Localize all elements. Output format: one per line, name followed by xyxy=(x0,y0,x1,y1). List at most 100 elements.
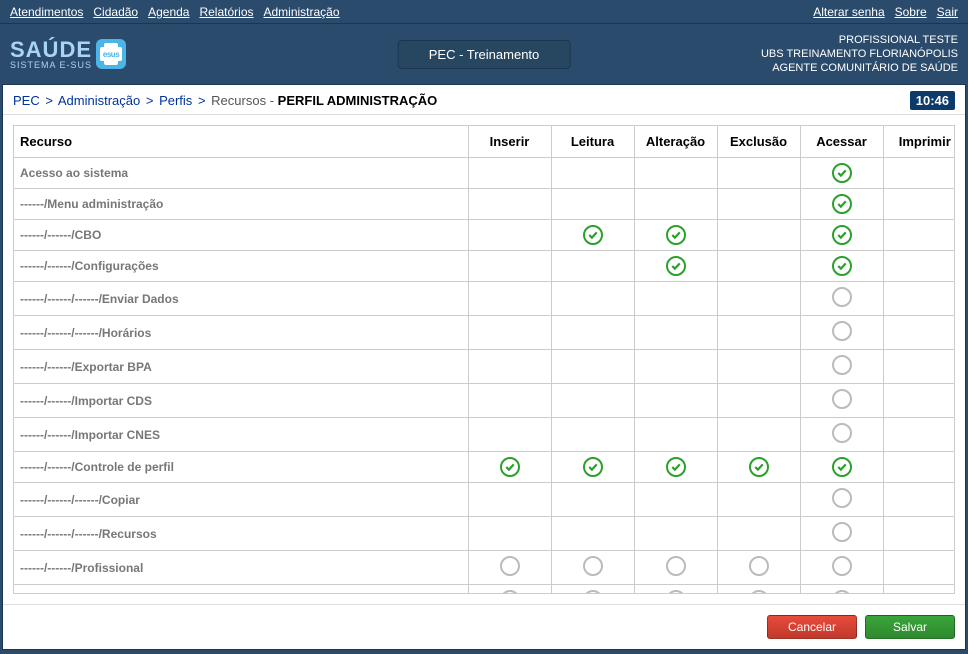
nav-relatorios[interactable]: Relatórios xyxy=(199,5,253,19)
uncheck-icon[interactable] xyxy=(666,556,686,576)
nav-alterar-senha[interactable]: Alterar senha xyxy=(813,5,884,19)
check-icon[interactable] xyxy=(583,457,603,477)
nav-sobre[interactable]: Sobre xyxy=(895,5,927,19)
check-icon[interactable] xyxy=(832,163,852,183)
check-icon[interactable] xyxy=(832,225,852,245)
breadcrumb: PEC > Administração > Perfis > Recursos … xyxy=(13,93,437,108)
nav-administracao[interactable]: Administração xyxy=(264,5,340,19)
logo-text: SAÚDE SISTEMA E-SUS xyxy=(10,39,92,70)
uncheck-icon[interactable] xyxy=(832,389,852,409)
permission-cell[interactable] xyxy=(468,585,551,594)
permission-cell[interactable] xyxy=(800,452,883,483)
check-icon[interactable] xyxy=(749,457,769,477)
permission-cell[interactable] xyxy=(800,418,883,452)
permission-cell[interactable] xyxy=(800,316,883,350)
crumb-perfis[interactable]: Perfis xyxy=(159,93,192,108)
resource-label: ------/------/Importar CNES xyxy=(14,418,468,452)
permission-cell xyxy=(883,418,954,452)
uncheck-icon[interactable] xyxy=(832,321,852,341)
permission-cell[interactable] xyxy=(717,585,800,594)
permission-cell[interactable] xyxy=(551,220,634,251)
nav-atendimentos[interactable]: Atendimentos xyxy=(10,5,83,19)
check-icon[interactable] xyxy=(500,457,520,477)
permission-cell[interactable] xyxy=(468,452,551,483)
permission-cell[interactable] xyxy=(800,585,883,594)
uncheck-icon[interactable] xyxy=(832,423,852,443)
permission-cell[interactable] xyxy=(717,452,800,483)
uncheck-icon[interactable] xyxy=(832,590,852,593)
check-icon[interactable] xyxy=(583,225,603,245)
permission-cell[interactable] xyxy=(800,220,883,251)
permission-cell[interactable] xyxy=(551,585,634,594)
permission-cell[interactable] xyxy=(551,452,634,483)
table-scroll[interactable]: Recurso Inserir Leitura Alteração Exclus… xyxy=(14,126,954,593)
check-icon[interactable] xyxy=(666,225,686,245)
permission-cell[interactable] xyxy=(800,517,883,551)
col-exclusao: Exclusão xyxy=(717,126,800,158)
uncheck-icon[interactable] xyxy=(500,556,520,576)
crumb-dash: - xyxy=(270,93,278,108)
permission-cell xyxy=(551,316,634,350)
permission-cell[interactable] xyxy=(800,384,883,418)
permission-cell xyxy=(883,158,954,189)
permission-cell[interactable] xyxy=(800,282,883,316)
check-icon[interactable] xyxy=(666,256,686,276)
permission-cell[interactable] xyxy=(468,551,551,585)
permission-cell xyxy=(883,189,954,220)
uncheck-icon[interactable] xyxy=(749,556,769,576)
check-icon[interactable] xyxy=(666,457,686,477)
permission-cell[interactable] xyxy=(634,585,717,594)
permission-cell xyxy=(883,551,954,585)
uncheck-icon[interactable] xyxy=(832,355,852,375)
uncheck-icon[interactable] xyxy=(500,590,520,593)
permission-cell[interactable] xyxy=(800,158,883,189)
permission-cell xyxy=(468,350,551,384)
nav-cidadao[interactable]: Cidadão xyxy=(93,5,138,19)
uncheck-icon[interactable] xyxy=(832,556,852,576)
permission-cell[interactable] xyxy=(634,251,717,282)
permission-cell xyxy=(551,282,634,316)
content: PEC > Administração > Perfis > Recursos … xyxy=(2,84,966,650)
logo-sub: SISTEMA E-SUS xyxy=(10,61,92,70)
permission-cell[interactable] xyxy=(800,189,883,220)
user-line2: UBS TREINAMENTO FLORIANÓPOLIS xyxy=(761,47,958,61)
permission-cell[interactable] xyxy=(634,452,717,483)
permission-cell[interactable] xyxy=(634,551,717,585)
permission-cell[interactable] xyxy=(634,220,717,251)
permission-cell xyxy=(551,384,634,418)
permission-cell[interactable] xyxy=(800,350,883,384)
uncheck-icon[interactable] xyxy=(749,590,769,593)
table-row: ------/------/------/Gestor Estadual xyxy=(14,585,954,594)
header: SAÚDE SISTEMA E-SUS esus PEC - Treinamen… xyxy=(0,24,968,84)
crumb-admin[interactable]: Administração xyxy=(58,93,140,108)
permission-cell[interactable] xyxy=(800,551,883,585)
permission-cell xyxy=(883,483,954,517)
nav-agenda[interactable]: Agenda xyxy=(148,5,189,19)
permission-cell xyxy=(468,220,551,251)
check-icon[interactable] xyxy=(832,457,852,477)
table-row: ------/------/CBO xyxy=(14,220,954,251)
check-icon[interactable] xyxy=(832,256,852,276)
clock: 10:46 xyxy=(910,91,955,110)
permission-cell xyxy=(717,483,800,517)
uncheck-icon[interactable] xyxy=(832,287,852,307)
crumb-pec[interactable]: PEC xyxy=(13,93,40,108)
permission-cell[interactable] xyxy=(800,251,883,282)
save-button[interactable]: Salvar xyxy=(865,615,955,639)
uncheck-icon[interactable] xyxy=(832,488,852,508)
check-icon[interactable] xyxy=(832,194,852,214)
uncheck-icon[interactable] xyxy=(666,590,686,593)
cancel-button[interactable]: Cancelar xyxy=(767,615,857,639)
permission-cell[interactable] xyxy=(551,551,634,585)
permission-cell[interactable] xyxy=(800,483,883,517)
uncheck-icon[interactable] xyxy=(583,590,603,593)
permission-cell[interactable] xyxy=(717,551,800,585)
permission-cell xyxy=(551,251,634,282)
crumb-recursos: Recursos xyxy=(211,93,266,108)
uncheck-icon[interactable] xyxy=(832,522,852,542)
uncheck-icon[interactable] xyxy=(583,556,603,576)
table-row: ------/------/------/Recursos xyxy=(14,517,954,551)
col-inserir: Inserir xyxy=(468,126,551,158)
table-row: ------/------/Importar CDS xyxy=(14,384,954,418)
nav-sair[interactable]: Sair xyxy=(937,5,958,19)
